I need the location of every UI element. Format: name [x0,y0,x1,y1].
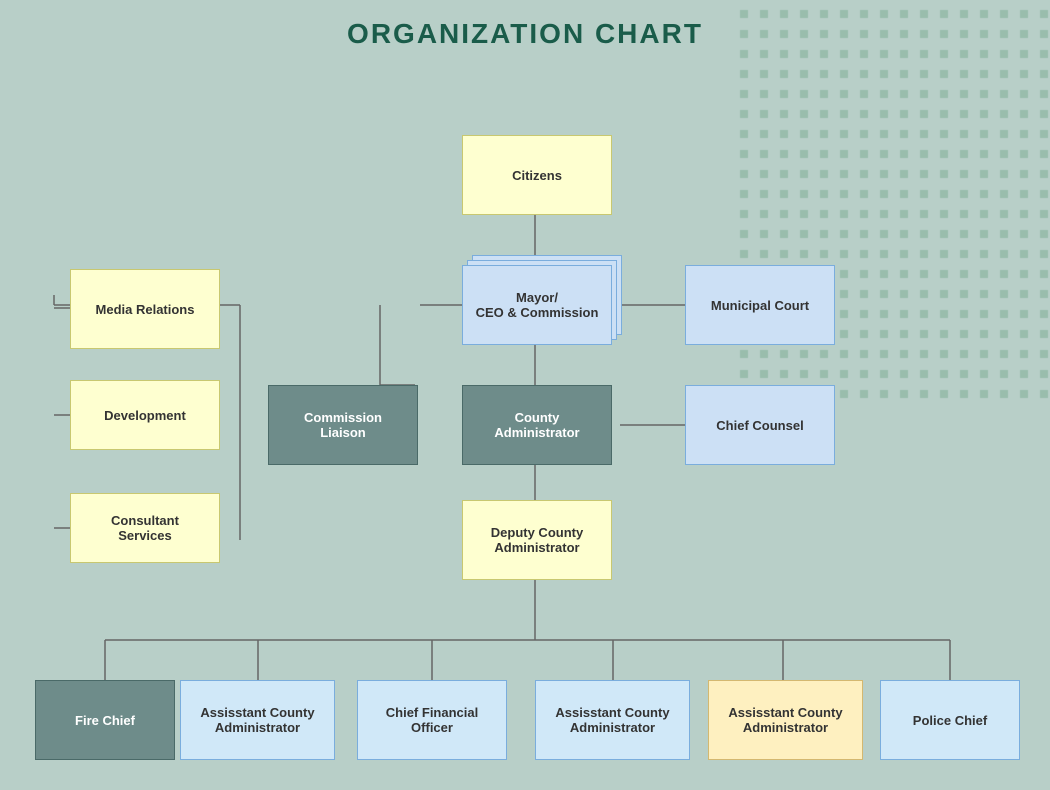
asst-admin-1-node: Assisstant CountyAdministrator [180,680,335,760]
chief-financial-officer-label: Chief FinancialOfficer [386,705,478,735]
citizens-node: Citizens [462,135,612,215]
municipal-court-label: Municipal Court [711,298,809,313]
county-administrator-label: CountyAdministrator [494,410,579,440]
asst-admin-2-node: Assisstant CountyAdministrator [535,680,690,760]
commission-liaison-label: CommissionLiaison [304,410,382,440]
chief-counsel-label: Chief Counsel [716,418,803,433]
deputy-county-admin-node: Deputy CountyAdministrator [462,500,612,580]
chief-financial-officer-node: Chief FinancialOfficer [357,680,507,760]
commission-liaison-node: CommissionLiaison [268,385,418,465]
asst-admin-3-label: Assisstant CountyAdministrator [728,705,842,735]
consultant-services-node: ConsultantServices [70,493,220,563]
citizens-label: Citizens [512,168,562,183]
fire-chief-node: Fire Chief [35,680,175,760]
police-chief-label: Police Chief [913,713,987,728]
mayor-label: Mayor/CEO & Commission [476,290,599,320]
asst-admin-1-label: Assisstant CountyAdministrator [200,705,314,735]
page-title: ORGANIZATION CHART [0,0,1050,50]
development-label: Development [104,408,186,423]
asst-admin-2-label: Assisstant CountyAdministrator [555,705,669,735]
fire-chief-label: Fire Chief [75,713,135,728]
chief-counsel-node: Chief Counsel [685,385,835,465]
mayor-node: Mayor/CEO & Commission [462,265,612,345]
police-chief-node: Police Chief [880,680,1020,760]
county-administrator-node: CountyAdministrator [462,385,612,465]
media-relations-node: Media Relations [70,269,220,349]
development-node: Development [70,380,220,450]
media-relations-label: Media Relations [96,302,195,317]
consultant-services-label: ConsultantServices [111,513,179,543]
deputy-county-admin-label: Deputy CountyAdministrator [491,525,583,555]
asst-admin-3-node: Assisstant CountyAdministrator [708,680,863,760]
municipal-court-node: Municipal Court [685,265,835,345]
